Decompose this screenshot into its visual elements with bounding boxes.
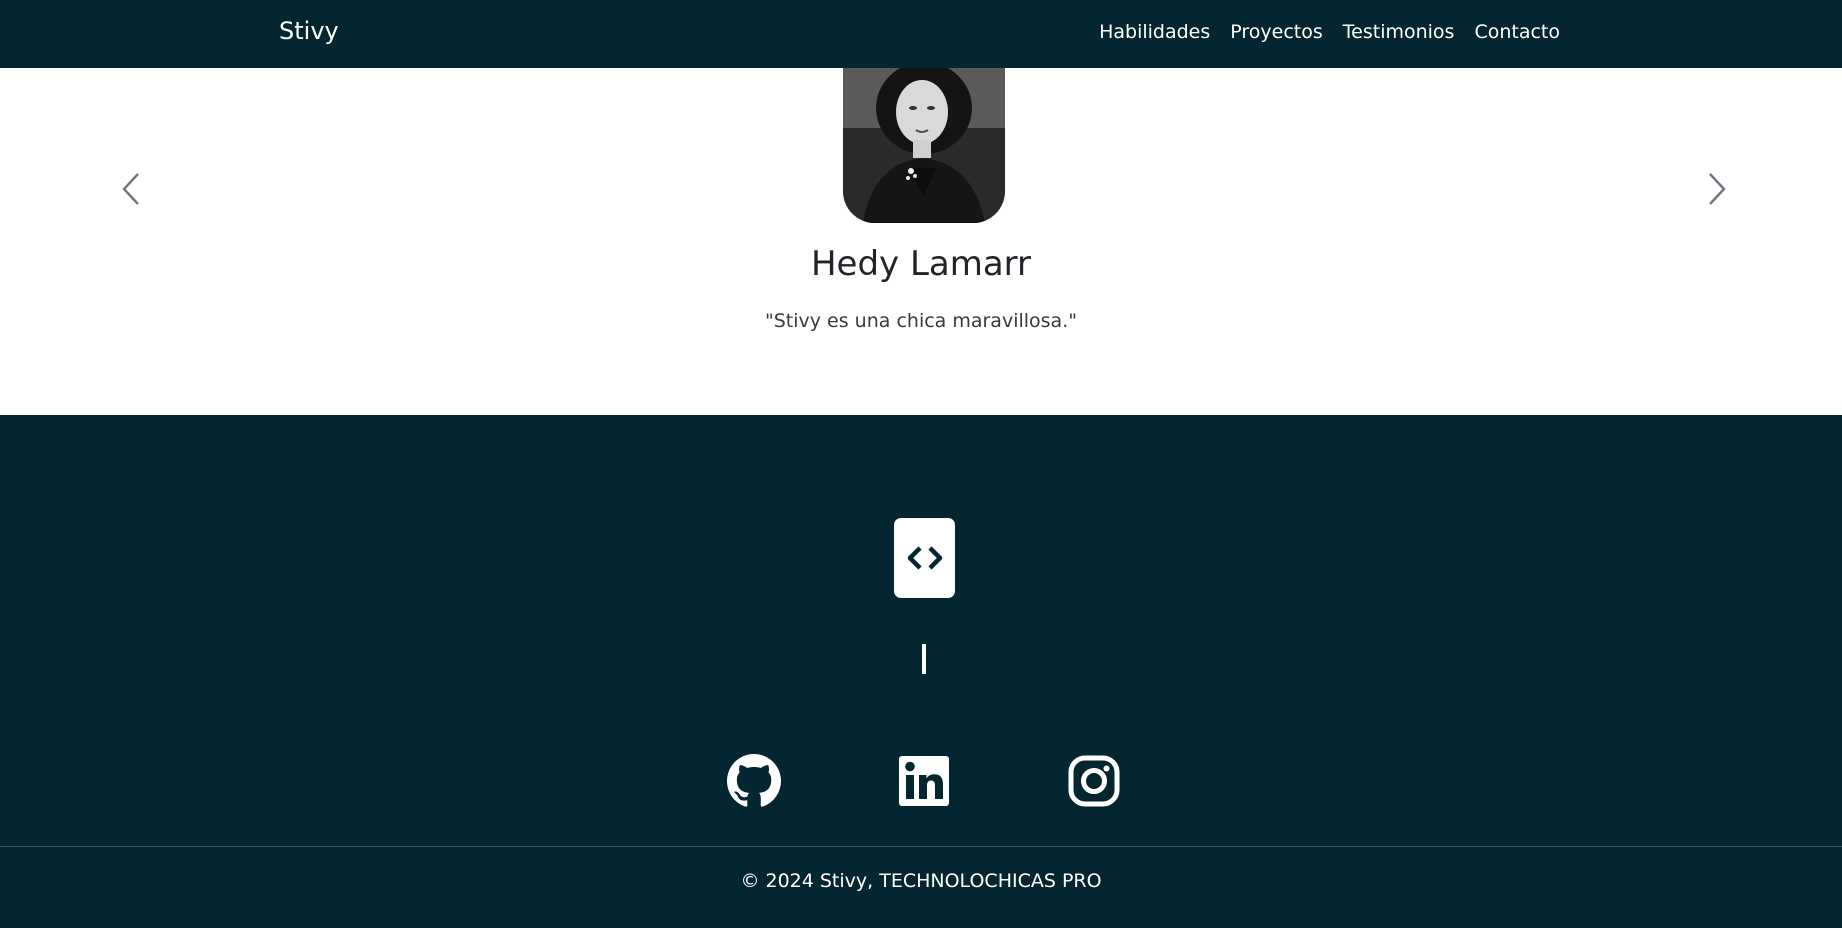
brand-logo[interactable]: Stivy [279, 17, 339, 45]
nav-links: Habilidades Proyectos Testimonios Contac… [1099, 21, 1560, 43]
chevron-left-icon [122, 173, 139, 205]
social-links [0, 754, 1842, 808]
github-link[interactable] [727, 754, 781, 808]
portrait-photo [843, 68, 1005, 223]
linkedin-link[interactable] [897, 754, 951, 808]
testimonial-name: Hedy Lamarr [810, 244, 1032, 284]
footer-logo [894, 518, 955, 598]
instagram-icon [1068, 755, 1120, 807]
nav-link-habilidades[interactable]: Habilidades [1099, 21, 1210, 43]
footer: © 2024 Stivy, TECHNOLOCHICAS PRO [0, 415, 1842, 928]
testimonial-quote: "Stivy es una chica maravillosa." [765, 310, 1077, 332]
nav-link-contacto[interactable]: Contacto [1474, 21, 1560, 43]
testimonial-carousel: Hedy Lamarr "Stivy es una chica maravill… [0, 68, 1842, 415]
linkedin-icon [899, 756, 949, 806]
github-icon [727, 754, 781, 807]
carousel-prev-button[interactable] [112, 166, 152, 212]
navbar: Stivy Habilidades Proyectos Testimonios … [0, 0, 1842, 68]
nav-link-testimonios[interactable]: Testimonios [1343, 21, 1455, 43]
testimonial-photo [843, 68, 1005, 223]
copyright-text: © 2024 Stivy, TECHNOLOCHICAS PRO [740, 870, 1102, 892]
chevron-right-icon [1709, 173, 1726, 205]
code-brackets-icon [907, 546, 942, 570]
typing-cursor [922, 644, 926, 674]
nav-link-proyectos[interactable]: Proyectos [1230, 21, 1323, 43]
carousel-next-button[interactable] [1696, 166, 1736, 212]
footer-divider [0, 846, 1842, 847]
instagram-link[interactable] [1067, 754, 1121, 808]
